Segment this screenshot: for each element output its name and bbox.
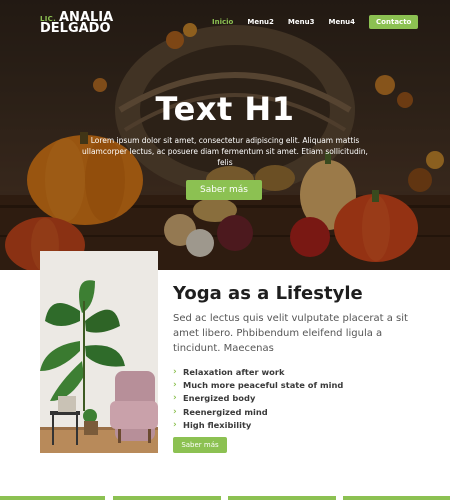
card-edge: [228, 496, 336, 500]
hero-cta-button[interactable]: Saber más: [186, 180, 262, 200]
feature-label: Reenergized mind: [183, 406, 268, 417]
section-title: Yoga as a Lifestyle: [173, 283, 363, 304]
feature-item: › Relaxation after work: [173, 365, 343, 378]
feature-label: Relaxation after work: [183, 366, 285, 377]
feature-item: › High flexibility: [173, 418, 343, 431]
card-edge: [113, 496, 221, 500]
hero-title: Text H1: [155, 90, 295, 128]
section-cta-button[interactable]: Saber más: [173, 437, 227, 453]
chevron-right-icon: ›: [173, 393, 177, 404]
chevron-right-icon: ›: [173, 419, 177, 430]
card-edge: [0, 496, 105, 500]
feature-item: › Energized body: [173, 392, 343, 405]
chevron-right-icon: ›: [173, 379, 177, 390]
nav-item-menu2[interactable]: Menu2: [247, 18, 274, 26]
living-room-plant-image: [40, 251, 158, 453]
feature-label: High flexibility: [183, 419, 252, 430]
feature-item: › Reenergized mind: [173, 405, 343, 418]
nav-item-inicio[interactable]: Inicio: [212, 18, 233, 26]
hero-text: Lorem ipsum dolor sit amet, consectetur …: [82, 136, 368, 167]
main-nav: Inicio Menu2 Menu3 Menu4 Contacto: [212, 15, 419, 29]
feature-item: › Much more peaceful state of mind: [173, 378, 343, 391]
nav-item-menu4[interactable]: Menu4: [328, 18, 355, 26]
nav-item-menu3[interactable]: Menu3: [288, 18, 315, 26]
chevron-right-icon: ›: [173, 366, 177, 377]
section-description: Sed ac lectus quis velit vulputate place…: [173, 313, 408, 354]
feature-label: Energized body: [183, 393, 256, 404]
hero-banner: LIC. ANALIA DELGADO Inicio Menu2 Menu3 M…: [0, 0, 450, 270]
feature-list: › Relaxation after work › Much more peac…: [173, 365, 343, 431]
card-edge: [343, 496, 450, 500]
next-section-cards-edge: [0, 496, 450, 500]
feature-label: Much more peaceful state of mind: [183, 379, 344, 390]
contact-button[interactable]: Contacto: [369, 15, 419, 29]
chevron-right-icon: ›: [173, 406, 177, 417]
logo-line-2: DELGADO: [40, 21, 111, 36]
plant-illustration: [40, 251, 158, 453]
